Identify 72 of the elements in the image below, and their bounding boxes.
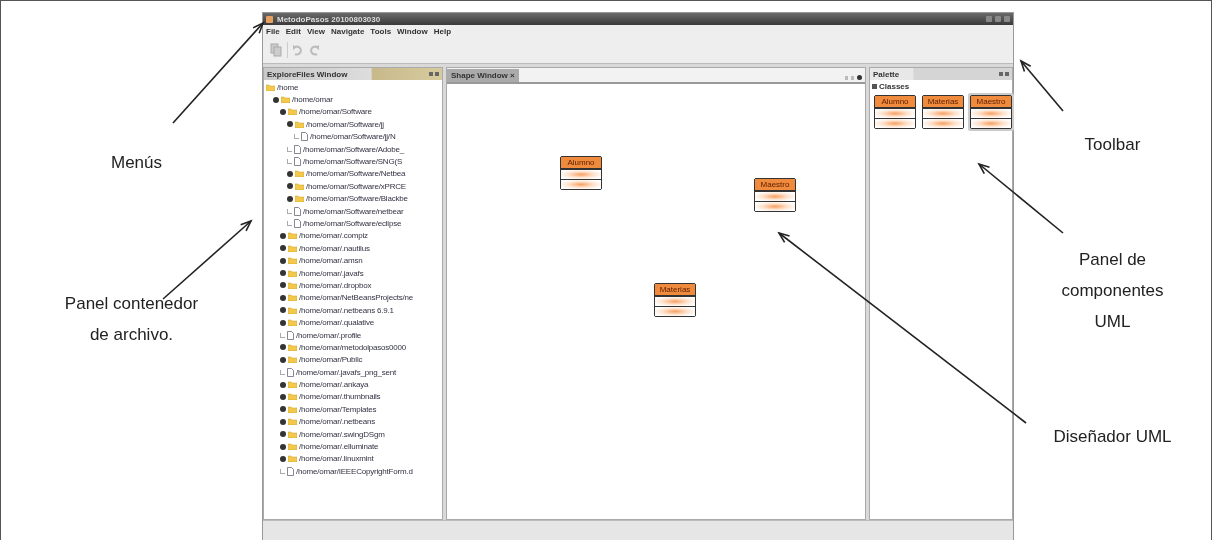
- uml-class[interactable]: Materias: [654, 283, 696, 317]
- palette-item[interactable]: Materias: [920, 93, 966, 131]
- tree-item[interactable]: /home/omar/.compiz: [299, 231, 368, 241]
- menu-item[interactable]: Help: [433, 26, 452, 36]
- tree-item[interactable]: /home/omar/Software/Blackbe: [306, 194, 408, 204]
- tree-item[interactable]: /home/omar/Software/jj: [306, 119, 384, 129]
- tree-item[interactable]: /home/omar/.ankaya: [299, 380, 369, 390]
- tree-item[interactable]: /home/omar/NetBeansProjects/ne: [299, 293, 414, 303]
- tree-item[interactable]: /home/omar/Software/SNG(S: [303, 157, 403, 167]
- tree-item[interactable]: /home/omar/Software/xPRCE: [306, 181, 406, 191]
- tree-line-icon: [287, 208, 292, 214]
- file-icon: [287, 367, 294, 377]
- tree-item[interactable]: /home/omar/Software: [299, 107, 372, 117]
- tree-item[interactable]: /home/omar/.netbeans: [299, 417, 376, 427]
- uml-class[interactable]: Alumno: [560, 156, 602, 190]
- file-icon: [287, 330, 294, 340]
- tree-item[interactable]: /home/omar/Software/jj/N: [310, 132, 396, 142]
- annotation-label: Toolbar: [1084, 134, 1141, 156]
- file-icon: [287, 466, 294, 476]
- tree-item[interactable]: /home/omar/Software/Adobe_: [303, 144, 405, 154]
- tree-item[interactable]: /home: [277, 82, 299, 92]
- tree-line-icon: [280, 369, 285, 375]
- tree-item[interactable]: /home/omar/.thumbnails: [299, 392, 381, 402]
- tree-line-icon: [287, 159, 292, 165]
- menu-item[interactable]: Navigate: [331, 26, 365, 36]
- tree-item[interactable]: /home/omar/.dropbox: [299, 280, 372, 290]
- tree-item[interactable]: /home/omar/.javafs: [299, 268, 364, 278]
- window-title: MetodoPasos 20100803030: [277, 14, 382, 24]
- tree-item[interactable]: /home/omar/Software/Netbea: [306, 169, 406, 179]
- tree-item[interactable]: /home/omar/metodolpasos0000: [299, 342, 407, 352]
- category-toggle-icon[interactable]: [872, 84, 877, 89]
- panel-controls-icon[interactable]: [999, 72, 1009, 76]
- tree-item[interactable]: /home/omar/.profile: [296, 330, 362, 340]
- tree-item[interactable]: /home/omar/.qualative: [299, 318, 374, 328]
- annotation-label: Panel de componentes UML: [1060, 249, 1165, 333]
- tree-item[interactable]: /home/omar/.nautilus: [299, 243, 370, 253]
- tree-item[interactable]: /home/omar/.elluminate: [299, 442, 379, 451]
- tree-item[interactable]: /home/omar/.amsn: [299, 256, 363, 266]
- tree-item[interactable]: /home/omar/Public: [299, 355, 363, 365]
- panel-title: ExploreFiles Window: [267, 69, 348, 79]
- menu-item[interactable]: Tools: [370, 26, 392, 36]
- annotation-label: Panel contenedor de archivo.: [63, 293, 200, 346]
- tree-item[interactable]: /home/omar/IEEECopyrightForm.d: [296, 466, 413, 476]
- window-controls-icon[interactable]: [986, 16, 1010, 22]
- tree-line-icon: [280, 332, 285, 338]
- tree-line-icon: [287, 146, 292, 152]
- panel-controls-icon[interactable]: [429, 72, 439, 76]
- annotation-label: Diseñador UML: [1053, 426, 1172, 448]
- tab[interactable]: Shape Window ×: [447, 69, 519, 82]
- app-icon: [266, 15, 273, 23]
- menu-item[interactable]: Edit: [285, 26, 301, 36]
- palette-item[interactable]: Alumno: [872, 93, 918, 131]
- tree-item[interactable]: /home/omar/.netbeans 6.9.1: [299, 305, 394, 315]
- tree-line-icon: [294, 134, 299, 140]
- tree-item[interactable]: /home/omar/Software/netbear: [303, 206, 404, 216]
- tree-item[interactable]: /home/omar/.swingDSgm: [299, 429, 385, 439]
- tree-item[interactable]: /home/omar/.linuxmint: [299, 454, 374, 464]
- tree-item[interactable]: /home/omar/.javafs_png_sent: [296, 367, 396, 377]
- annotation-label: Menús: [111, 152, 162, 174]
- tree-item[interactable]: /home/omar: [292, 95, 333, 105]
- menu-item[interactable]: View: [306, 26, 325, 36]
- menu-item[interactable]: File: [266, 26, 280, 36]
- tree-line-icon: [280, 468, 285, 474]
- tree-item[interactable]: /home/omar/Templates: [299, 404, 377, 414]
- tree-line-icon: [287, 221, 292, 226]
- menu-item[interactable]: Window: [397, 26, 428, 36]
- panel-title: Palette: [873, 69, 900, 79]
- category-label[interactable]: Classes: [879, 82, 910, 91]
- uml-class[interactable]: Maestro: [754, 178, 796, 212]
- arrow: [1019, 59, 1064, 112]
- tree-item[interactable]: /home/omar/Software/eclipse: [303, 219, 402, 228]
- palette-item[interactable]: Maestro: [968, 93, 1014, 131]
